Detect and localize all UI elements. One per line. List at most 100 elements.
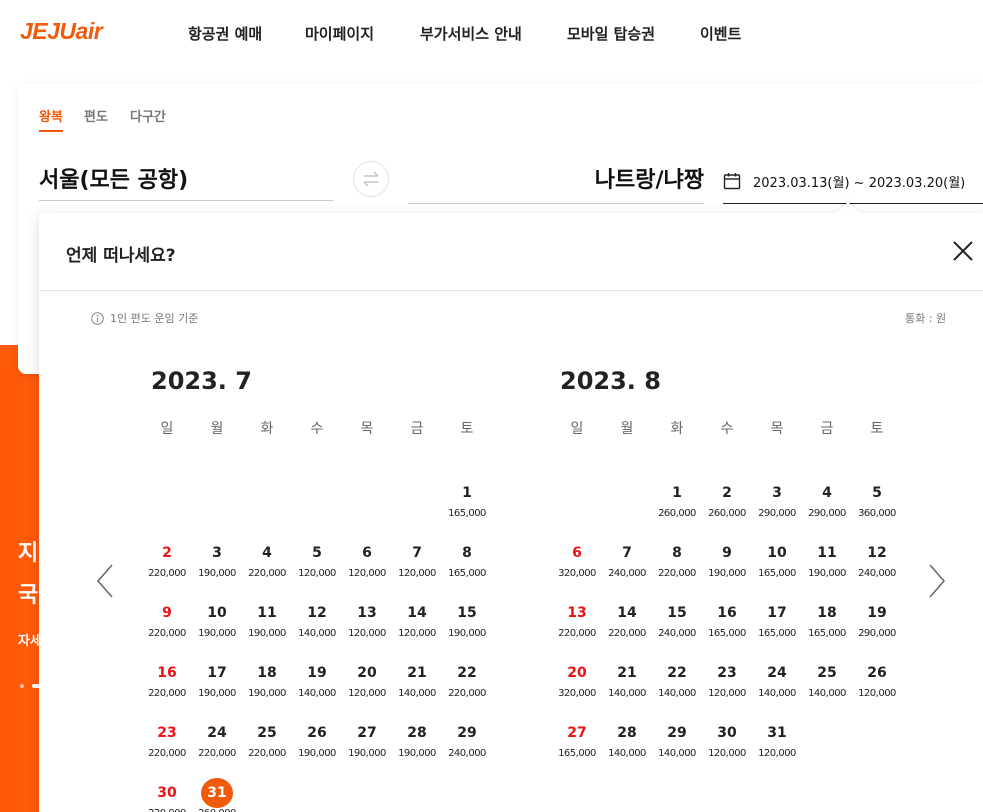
weekday-label: 목	[360, 421, 374, 437]
calendar-day[interactable]: 18 190,000	[242, 658, 292, 710]
calendar-day[interactable]: 24 220,000	[192, 718, 242, 770]
calendar-day[interactable]: 6 320,000	[552, 538, 602, 590]
nav-item-mobile-boarding-pass[interactable]: 모바일 탑승권	[567, 23, 655, 44]
calendar-day[interactable]: 11 190,000	[242, 598, 292, 650]
calendar-day[interactable]: 29 140,000	[652, 718, 702, 770]
day-price: 140,000	[758, 688, 796, 699]
calendar-day[interactable]: 20 120,000	[342, 658, 392, 710]
day-number: 4	[262, 545, 272, 561]
calendar-day[interactable]: 4 290,000	[802, 478, 852, 530]
calendar-day[interactable]: 28 140,000	[602, 718, 652, 770]
calendar-day[interactable]: 21 140,000	[392, 658, 442, 710]
calendar-day[interactable]: 26 120,000	[852, 658, 902, 710]
day-number: 10	[767, 545, 787, 561]
calendar-day[interactable]: 31 120,000	[752, 718, 802, 770]
calendar-day[interactable]: 30 220,000	[142, 778, 192, 812]
calendar-day[interactable]: 3 190,000	[192, 538, 242, 590]
calendar-day[interactable]: 19 290,000	[852, 598, 902, 650]
calendar-day[interactable]: 7 120,000	[392, 538, 442, 590]
calendar-day[interactable]: 2 260,000	[702, 478, 752, 530]
chevron-left-icon[interactable]	[94, 563, 116, 599]
day-number: 23	[157, 725, 177, 741]
chevron-right-icon[interactable]	[926, 563, 948, 599]
calendar-day[interactable]: 19 140,000	[292, 658, 342, 710]
calendar-day[interactable]: 16 220,000	[142, 658, 192, 710]
calendar-day[interactable]: 21 140,000	[602, 658, 652, 710]
calendar-day[interactable]: 6 120,000	[342, 538, 392, 590]
calendar-day[interactable]: 25 140,000	[802, 658, 852, 710]
calendar-day[interactable]: 2 220,000	[142, 538, 192, 590]
calendar-day[interactable]: 7 240,000	[602, 538, 652, 590]
calendar-day[interactable]: 11 190,000	[802, 538, 852, 590]
day-number: 9	[722, 545, 732, 561]
calendar-day[interactable]: 15 190,000	[442, 598, 492, 650]
calendar-day[interactable]: 10 165,000	[752, 538, 802, 590]
calendar-day[interactable]: 22 140,000	[652, 658, 702, 710]
nav-item-booking[interactable]: 항공권 예매	[188, 23, 262, 44]
calendar-day[interactable]: 17 165,000	[752, 598, 802, 650]
day-price: 220,000	[148, 688, 186, 699]
calendar-day[interactable]: 9 220,000	[142, 598, 192, 650]
calendar-day[interactable]: 8 220,000	[652, 538, 702, 590]
date-range-field[interactable]: 2023.03.13(월) ~ 2023.03.20(월)	[723, 169, 983, 204]
tab-one-way[interactable]: 편도	[84, 106, 108, 125]
day-number: 13	[567, 605, 587, 621]
nav-item-mypage[interactable]: 마이페이지	[305, 23, 374, 44]
calendar-day[interactable]: 3 290,000	[752, 478, 802, 530]
calendar-day[interactable]: 1 260,000	[652, 478, 702, 530]
day-number: 16	[157, 665, 177, 681]
calendar-day[interactable]: 8 165,000	[442, 538, 492, 590]
calendar-day[interactable]: 27 190,000	[342, 718, 392, 770]
calendar-day[interactable]: 28 190,000	[392, 718, 442, 770]
day-number: 7	[622, 545, 632, 561]
jejuair-logo[interactable]: JEJUair	[20, 18, 103, 45]
calendar-day[interactable]: 5 120,000	[292, 538, 342, 590]
calendar-day[interactable]: 13 120,000	[342, 598, 392, 650]
calendar-day[interactable]: 14 220,000	[602, 598, 652, 650]
calendar-day[interactable]: 12 140,000	[292, 598, 342, 650]
promo-banner[interactable]: 지 국 자세	[0, 345, 40, 812]
calendar-day[interactable]: 27 165,000	[552, 718, 602, 770]
destination-field[interactable]: 나트랑/냐짱	[408, 156, 704, 204]
calendar-day[interactable]: 1 165,000	[442, 478, 492, 530]
calendar-day[interactable]: 24 140,000	[752, 658, 802, 710]
swap-airports-button[interactable]	[353, 161, 389, 197]
calendar-day[interactable]: 30 120,000	[702, 718, 752, 770]
calendar-day[interactable]: 15 240,000	[652, 598, 702, 650]
info-icon	[91, 311, 104, 325]
calendar-day[interactable]: 26 190,000	[292, 718, 342, 770]
calendar-day[interactable]: 4 220,000	[242, 538, 292, 590]
calendar-day[interactable]: 23 220,000	[142, 718, 192, 770]
day-price: 120,000	[298, 568, 336, 579]
day-price: 190,000	[708, 568, 746, 579]
calendar-day[interactable]: 23 120,000	[702, 658, 752, 710]
tab-round-trip[interactable]: 왕복	[39, 106, 63, 132]
calendar-day[interactable]: 5 360,000	[852, 478, 902, 530]
day-number: 10	[207, 605, 227, 621]
tab-multi-city[interactable]: 다구간	[130, 106, 166, 125]
calendar-day[interactable]: 25 220,000	[242, 718, 292, 770]
calendar-day[interactable]: 20 320,000	[552, 658, 602, 710]
calendar-day[interactable]: 9 190,000	[702, 538, 752, 590]
day-price: 120,000	[348, 568, 386, 579]
promo-dot[interactable]	[20, 684, 24, 688]
nav-item-events[interactable]: 이벤트	[700, 23, 741, 44]
calendar-day[interactable]: 17 190,000	[192, 658, 242, 710]
weekday-label: 화	[670, 421, 684, 437]
day-number: 25	[257, 725, 277, 741]
calendar-day[interactable]: 12 240,000	[852, 538, 902, 590]
calendar-day[interactable]: 18 165,000	[802, 598, 852, 650]
day-price: 140,000	[608, 748, 646, 759]
calendar-day[interactable]: 29 240,000	[442, 718, 492, 770]
calendar-day[interactable]: 13 220,000	[552, 598, 602, 650]
origin-field[interactable]: 서울(모든 공항)	[39, 156, 333, 201]
calendar-day[interactable]: 10 190,000	[192, 598, 242, 650]
day-number: 11	[817, 545, 837, 561]
calendar-day[interactable]: 22 220,000	[442, 658, 492, 710]
calendar-day[interactable]: 14 120,000	[392, 598, 442, 650]
calendar-day[interactable]: 16 165,000	[702, 598, 752, 650]
calendar-day[interactable]: 31260,000	[192, 778, 242, 812]
close-icon[interactable]	[951, 239, 975, 263]
day-price: 140,000	[808, 688, 846, 699]
nav-item-services[interactable]: 부가서비스 안내	[420, 23, 522, 44]
